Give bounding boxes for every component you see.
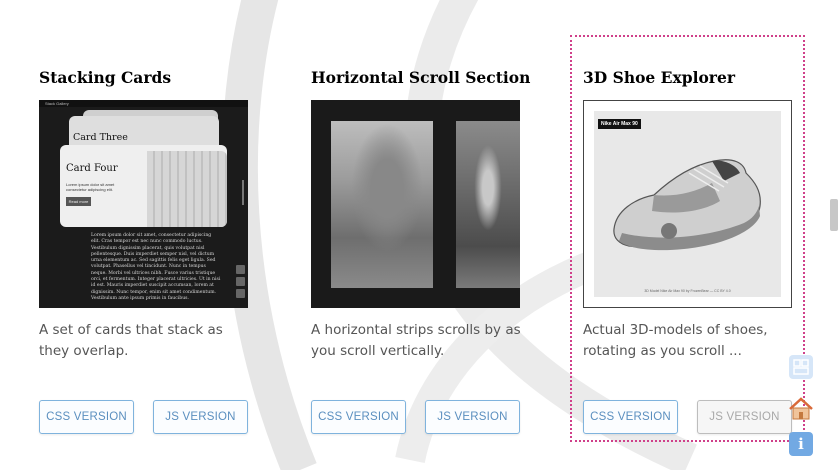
grid-view-button[interactable] bbox=[789, 355, 813, 379]
info-icon: i bbox=[798, 435, 804, 453]
home-icon bbox=[789, 397, 813, 420]
js-version-button[interactable]: JS VERSION bbox=[153, 400, 248, 434]
side-icon-2 bbox=[236, 277, 245, 286]
horizontal-scroll-thumbnail[interactable] bbox=[311, 100, 520, 308]
home-button[interactable] bbox=[787, 395, 815, 423]
css-version-button[interactable]: CSS VERSION bbox=[311, 400, 406, 434]
card-title: Horizontal Scroll Section bbox=[311, 68, 531, 87]
photo-woman-hat bbox=[456, 121, 520, 288]
grid-icon bbox=[793, 359, 809, 375]
card-stacking-cards: Stacking Cards Stack Gallery Card Three … bbox=[39, 0, 299, 470]
css-version-button[interactable]: CSS VERSION bbox=[39, 400, 134, 434]
window-label: Stack Gallery bbox=[45, 101, 69, 106]
card-four-text: Lorem ipsum dolor sit amet consectetur a… bbox=[66, 182, 115, 192]
card-description: A horizontal strips scrolls by as you sc… bbox=[311, 322, 521, 359]
photo-woman-field bbox=[331, 121, 433, 288]
card-three-title: Card Three bbox=[73, 132, 128, 143]
read-more-button: Read more bbox=[66, 197, 91, 206]
card-title: Stacking Cards bbox=[39, 68, 172, 87]
thumbnail-scrollbar bbox=[242, 180, 244, 205]
thumbnail-window-bar: Stack Gallery bbox=[39, 100, 248, 107]
page-scrollbar-thumb[interactable] bbox=[830, 199, 838, 231]
side-icon-1 bbox=[236, 265, 245, 274]
js-version-button[interactable]: JS VERSION bbox=[425, 400, 520, 434]
side-icon-3 bbox=[236, 289, 245, 298]
stacked-card-four: Card Four Lorem ipsum dolor sit amet con… bbox=[60, 145, 227, 227]
card-four-title: Card Four bbox=[66, 163, 118, 174]
building-image bbox=[147, 151, 227, 227]
hover-highlight-frame bbox=[570, 35, 805, 442]
card-horizontal-scroll: Horizontal Scroll Section A horizontal s… bbox=[311, 0, 571, 470]
lorem-text: Lorem ipsum dolor sit amet, consectetur … bbox=[91, 233, 221, 301]
stacking-cards-thumbnail[interactable]: Stack Gallery Card Three Card Four Lorem… bbox=[39, 100, 248, 308]
info-button[interactable]: i bbox=[789, 432, 813, 456]
card-description: A set of cards that stack as they overla… bbox=[39, 322, 223, 359]
